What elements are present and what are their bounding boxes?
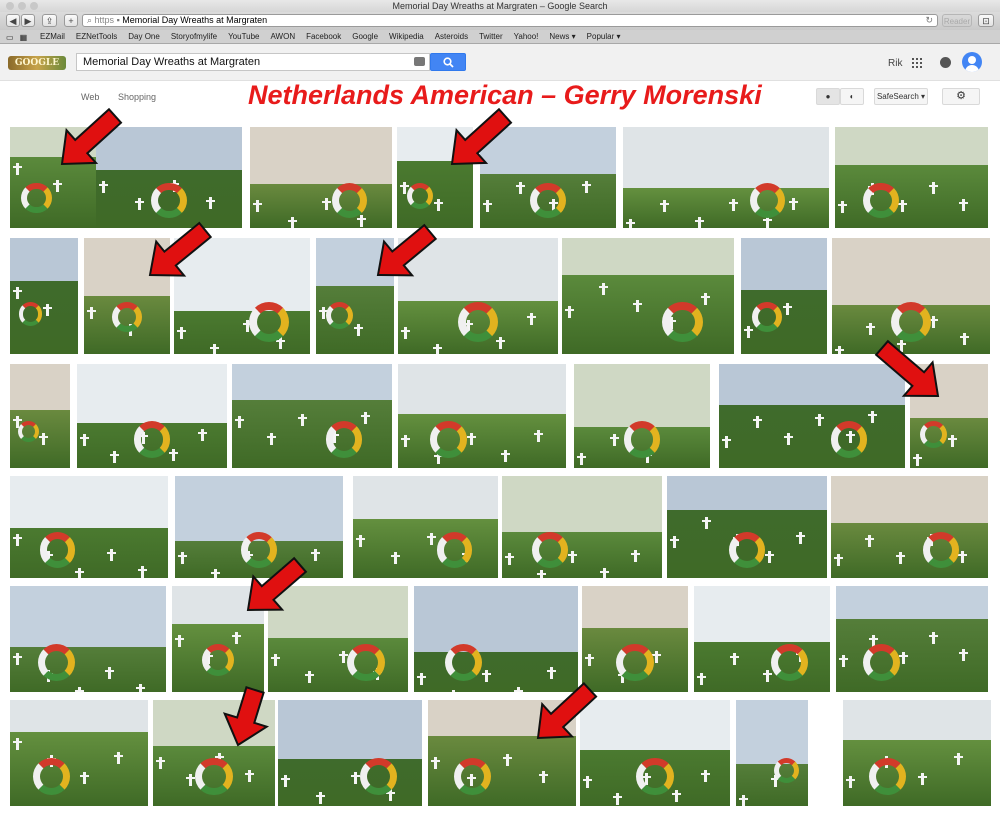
wreath-shape [729,532,765,568]
wreath-shape [430,421,467,458]
image-thumbnail[interactable] [580,700,730,806]
image-thumbnail[interactable] [719,364,905,468]
wreath-shape [444,644,482,682]
image-thumbnail[interactable] [175,476,343,578]
image-thumbnail[interactable] [835,127,988,228]
image-thumbnail[interactable] [10,700,148,806]
image-thumbnail[interactable] [232,364,392,468]
image-thumbnail[interactable] [250,127,392,228]
image-thumbnail[interactable] [96,127,242,228]
wreath-shape [325,421,363,458]
image-thumbnail[interactable] [414,586,578,692]
image-thumbnail[interactable] [832,238,990,354]
image-thumbnail[interactable] [10,238,78,354]
wreath-shape [195,758,233,796]
image-thumbnail[interactable] [172,586,264,692]
wreath-shape [331,182,368,218]
wreath-shape [923,532,959,568]
image-thumbnail[interactable] [831,476,988,578]
image-thumbnail[interactable] [278,700,422,806]
image-thumbnail[interactable] [316,238,394,354]
wreath-shape [18,301,43,326]
wreath-shape [532,532,568,568]
image-thumbnail[interactable] [398,364,566,468]
wreath-shape [21,182,52,214]
wreath-shape [111,301,143,332]
wreath-shape [662,301,703,343]
image-results-grid [0,0,1000,819]
wreath-shape [17,421,39,443]
image-thumbnail[interactable] [398,238,558,354]
wreath-shape [241,532,277,568]
image-thumbnail[interactable] [910,364,988,468]
image-thumbnail[interactable] [480,127,616,228]
image-thumbnail[interactable] [77,364,227,468]
wreath-shape [863,182,899,218]
image-thumbnail[interactable] [623,127,829,228]
image-thumbnail[interactable] [10,586,166,692]
wreath-shape [831,421,868,458]
image-thumbnail[interactable] [574,364,710,468]
image-thumbnail[interactable] [694,586,830,692]
wreath-shape [623,421,661,458]
image-thumbnail[interactable] [582,586,688,692]
image-thumbnail[interactable] [502,476,662,578]
wreath-shape [406,182,434,210]
image-thumbnail[interactable] [397,127,473,228]
image-thumbnail[interactable] [268,586,408,692]
image-thumbnail[interactable] [353,476,498,578]
wreath-shape [151,182,187,218]
wreath-shape [347,644,385,682]
image-thumbnail[interactable] [736,700,808,806]
wreath-shape [325,301,354,330]
image-thumbnail[interactable] [843,700,991,806]
image-thumbnail[interactable] [428,700,576,806]
wreath-shape [616,644,654,682]
image-thumbnail[interactable] [10,127,98,228]
wreath-shape [749,182,785,218]
image-thumbnail[interactable] [667,476,827,578]
image-thumbnail[interactable] [562,238,734,354]
image-thumbnail[interactable] [153,700,275,806]
wreath-shape [770,644,808,682]
image-thumbnail[interactable] [84,238,170,354]
wreath-shape [436,532,473,568]
image-thumbnail[interactable] [10,476,168,578]
image-thumbnail[interactable] [836,586,988,692]
wreath-shape [39,532,76,568]
image-thumbnail[interactable] [10,364,70,468]
image-thumbnail[interactable] [174,238,310,354]
wreath-shape [530,182,566,218]
image-thumbnail[interactable] [741,238,827,354]
wreath-shape [751,301,782,332]
wreath-shape [636,758,674,796]
wreath-shape [133,421,171,458]
